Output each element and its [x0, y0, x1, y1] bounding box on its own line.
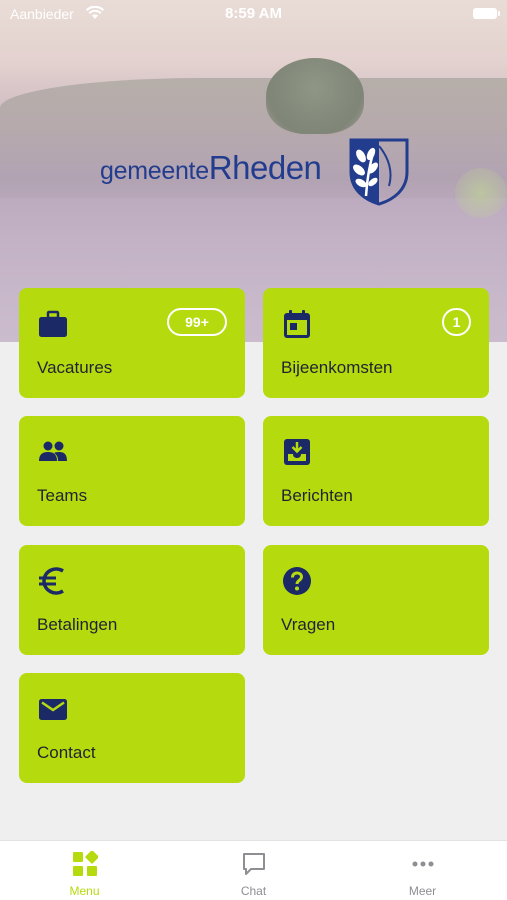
logo-word-gemeente: gemeente: [100, 157, 209, 185]
more-dots-icon: [412, 861, 434, 867]
calendar-icon: [284, 310, 310, 338]
briefcase-icon: [39, 310, 67, 337]
people-icon: [39, 441, 67, 461]
tab-chat[interactable]: Chat: [169, 841, 338, 900]
bijeenkomsten-count-badge: 1: [442, 308, 471, 336]
logo-word-rheden: Rheden: [208, 149, 322, 186]
tree-shape: [266, 58, 364, 134]
inbox-download-icon: [284, 439, 310, 465]
tile-vacatures[interactable]: 99+ Vacatures: [19, 288, 245, 398]
tile-label: Berichten: [281, 486, 353, 505]
tile-contact[interactable]: Contact: [19, 673, 245, 783]
bottom-tab-bar: Menu Chat Meer: [0, 840, 507, 900]
tile-berichten[interactable]: Berichten: [263, 416, 489, 526]
tile-betalingen[interactable]: Betalingen: [19, 545, 245, 655]
coat-of-arms-icon: [349, 138, 409, 206]
chat-bubble-icon: [243, 853, 265, 875]
tab-label: Menu: [69, 884, 100, 898]
help-circle-icon: [283, 567, 311, 595]
tile-bijeenkomsten[interactable]: 1 Bijeenkomsten: [263, 288, 489, 398]
tab-menu[interactable]: Menu: [0, 841, 169, 900]
tile-label: Betalingen: [37, 615, 118, 634]
tile-label: Bijeenkomsten: [281, 358, 393, 377]
clock: 8:59 AM: [225, 5, 282, 22]
grid-icon: [73, 851, 98, 876]
envelope-icon: [39, 699, 67, 720]
tile-label: Contact: [37, 743, 96, 762]
status-bar: Aanbieder 8:59 AM: [0, 0, 507, 28]
euro-icon: [39, 567, 64, 595]
bush-shape: [455, 168, 507, 218]
tab-label: Meer: [408, 884, 437, 898]
municipality-logo-text: gemeenteRheden: [100, 149, 322, 187]
tile-teams[interactable]: Teams: [19, 416, 245, 526]
battery-icon: [473, 8, 500, 19]
tile-label: Vragen: [281, 615, 336, 634]
tab-meer[interactable]: Meer: [338, 841, 507, 900]
tile-vragen[interactable]: Vragen: [263, 545, 489, 655]
tab-label: Chat: [240, 884, 267, 898]
tile-label: Teams: [37, 486, 88, 505]
tile-label: Vacatures: [37, 358, 113, 377]
vacatures-count-badge: 99+: [167, 308, 227, 336]
